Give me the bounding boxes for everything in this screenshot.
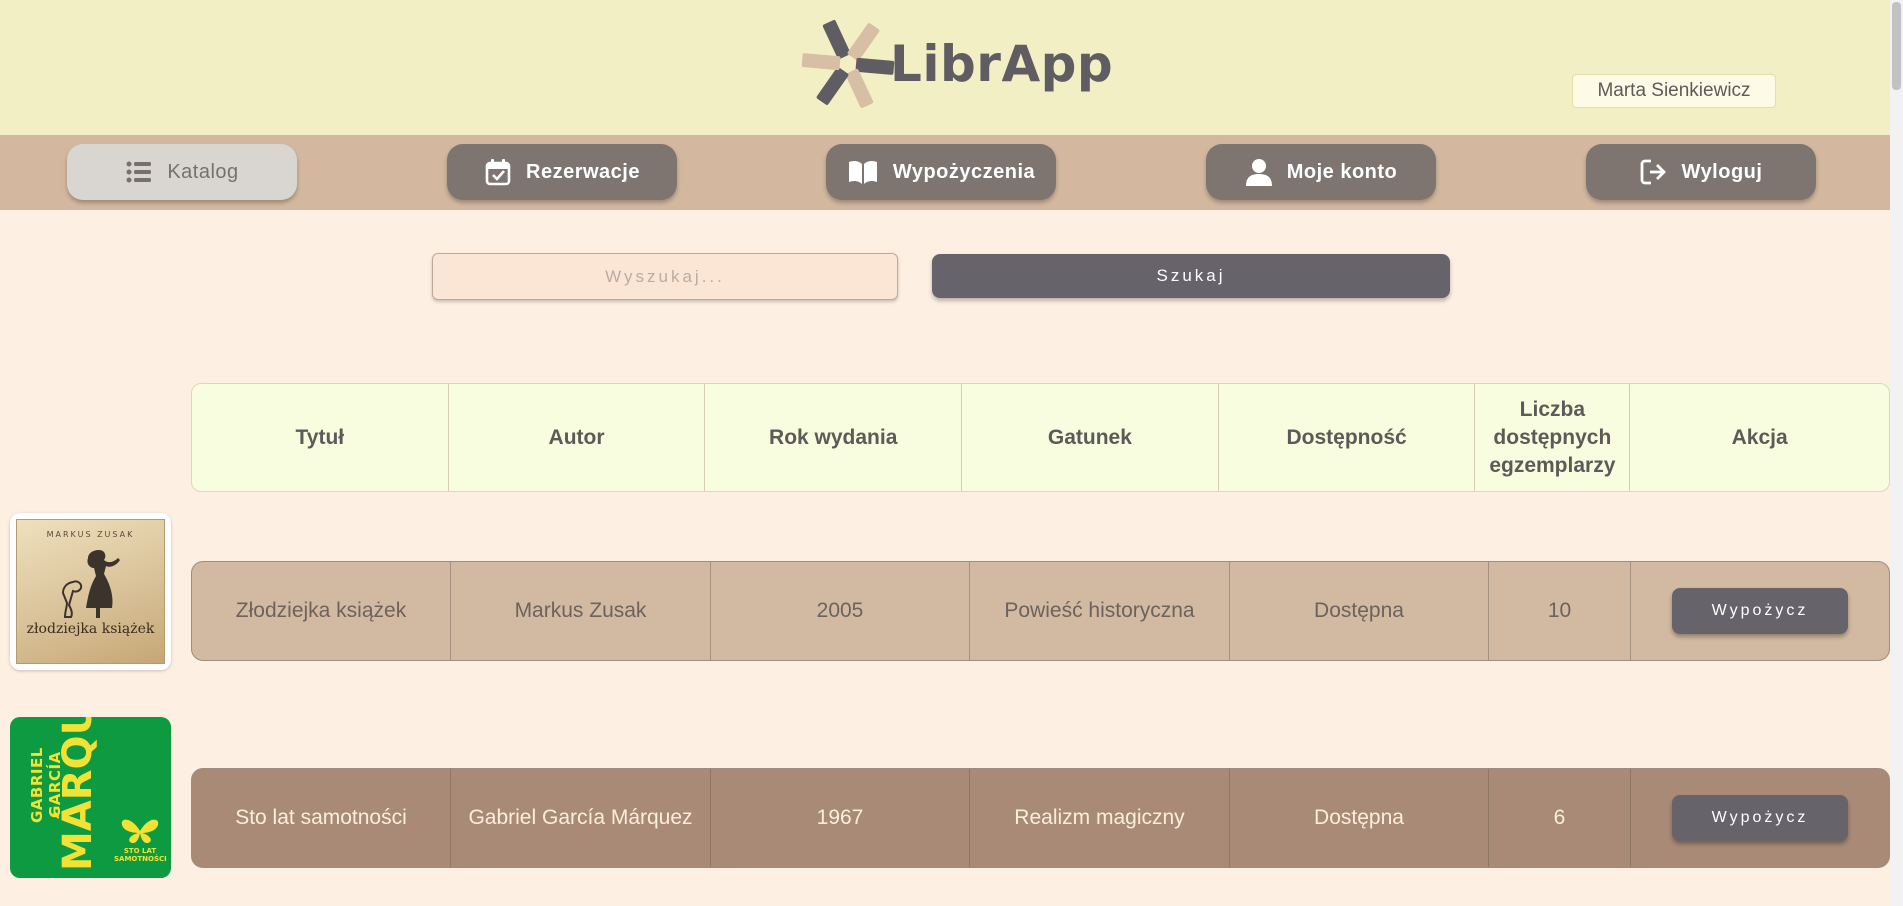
- logout-icon: [1640, 159, 1666, 185]
- header-title[interactable]: Tytuł: [192, 384, 449, 491]
- page-scrollbar[interactable]: [1890, 0, 1903, 906]
- cell-copies: 6: [1489, 769, 1631, 867]
- app-logo[interactable]: LibrApp: [800, 14, 1113, 114]
- nav-rezerwacje-button[interactable]: Rezerwacje: [447, 144, 677, 200]
- nav-wyloguj-button[interactable]: Wyloguj: [1586, 144, 1816, 200]
- cover-surname: MÁRQUEZ: [55, 717, 101, 871]
- table-row[interactable]: Sto lat samotności Gabriel García Márque…: [191, 768, 1890, 868]
- nav-moje-konto-label: Moje konto: [1286, 160, 1398, 183]
- user-name-badge[interactable]: Marta Sienkiewicz: [1572, 74, 1776, 108]
- cell-genre: Powieść historyczna: [970, 562, 1230, 660]
- cell-title: Złodziejka książek: [192, 562, 451, 660]
- app-name: LibrApp: [890, 35, 1114, 93]
- header-genre[interactable]: Gatunek: [962, 384, 1219, 491]
- nav-moje-konto-button[interactable]: Moje konto: [1206, 144, 1436, 200]
- nav-wyloguj-label: Wyloguj: [1681, 160, 1763, 183]
- cell-action: Wypożycz: [1631, 562, 1889, 660]
- cell-genre: Realizm magiczny: [970, 769, 1230, 867]
- header-action: Akcja: [1731, 425, 1788, 449]
- header-year[interactable]: Rok wydania: [705, 384, 963, 491]
- calendar-check-icon: [485, 159, 511, 186]
- nav-katalog-label: Katalog: [167, 160, 239, 183]
- cell-title: Sto lat samotności: [192, 769, 451, 867]
- book-cover-zlodziejka[interactable]: MARKUS ZUSAK złodziejka książek: [10, 513, 171, 670]
- borrow-button[interactable]: Wypożycz: [1672, 795, 1848, 841]
- borrow-button[interactable]: Wypożycz: [1672, 588, 1848, 634]
- cell-year: 1967: [711, 769, 970, 867]
- cell-author: Gabriel García Márquez: [451, 769, 711, 867]
- nav-katalog-button[interactable]: Katalog: [67, 144, 297, 200]
- header-availability[interactable]: Dostępność: [1219, 384, 1476, 491]
- open-book-icon: [848, 160, 877, 184]
- search-input[interactable]: [432, 253, 898, 300]
- books-star-icon: [801, 20, 895, 108]
- cell-action: Wypożycz: [1631, 769, 1889, 867]
- nav-rezerwacje-label: Rezerwacje: [526, 160, 640, 183]
- scrollbar-thumb[interactable]: [1892, 2, 1901, 90]
- cell-author: Markus Zusak: [451, 562, 711, 660]
- cell-year: 2005: [711, 562, 970, 660]
- book-cover-sto-lat[interactable]: GABRIEL GARCÍA MÁRQUEZ STO LAT SAMOTNOŚC…: [10, 717, 171, 878]
- cover-title: STO LAT SAMOTNOŚCI: [114, 847, 167, 863]
- dancing-figures-illustration: [61, 550, 120, 618]
- header-author[interactable]: Autor: [449, 384, 706, 491]
- butterfly-icon: [121, 819, 159, 844]
- cell-copies: 10: [1489, 562, 1631, 660]
- header-copies[interactable]: Liczba dostępnych egzemplarzy: [1475, 384, 1631, 491]
- cover-title: złodziejka książek: [26, 621, 155, 637]
- table-header: Tytuł Autor Rok wydania Gatunek Dostępno…: [191, 383, 1890, 492]
- user-icon: [1245, 159, 1272, 186]
- cell-availability: Dostępna: [1230, 562, 1489, 660]
- nav-wypozyczenia-label: Wypożyczenia: [892, 160, 1036, 183]
- nav-wypozyczenia-button[interactable]: Wypożyczenia: [826, 144, 1056, 200]
- list-icon: [126, 161, 152, 183]
- cover-author: MARKUS ZUSAK: [46, 530, 135, 539]
- app-header: LibrApp Marta Sienkiewicz: [0, 0, 1890, 135]
- cell-availability: Dostępna: [1230, 769, 1489, 867]
- table-row[interactable]: Złodziejka książek Markus Zusak 2005 Pow…: [191, 561, 1890, 661]
- main-navbar: Katalog Rezerwacje Wypożyczenia Moje kon…: [0, 135, 1890, 210]
- search-button[interactable]: Szukaj: [932, 254, 1450, 298]
